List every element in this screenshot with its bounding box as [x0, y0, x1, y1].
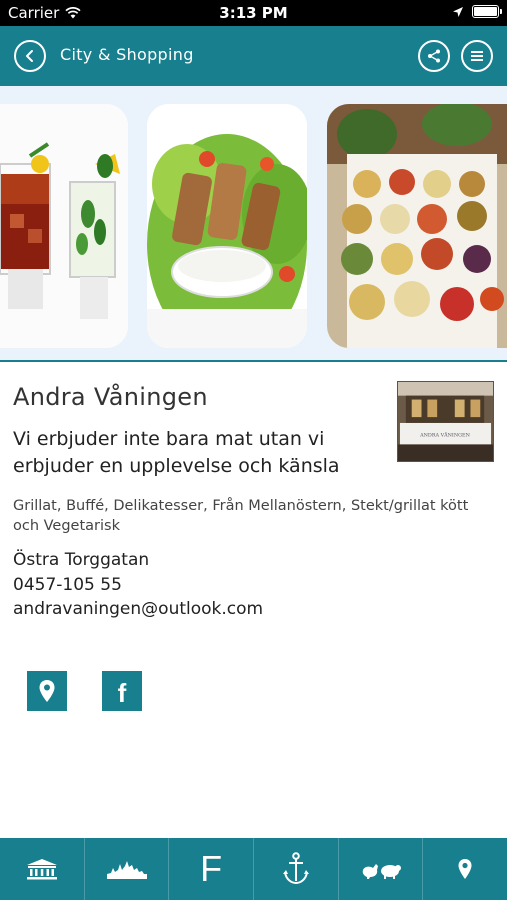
thumbnail-sign: ANDRA VÅNINGEN	[419, 431, 470, 439]
photo-gallery[interactable]	[0, 86, 507, 362]
share-button[interactable]	[418, 40, 450, 72]
animals-icon	[362, 864, 401, 879]
tab-animals[interactable]	[339, 838, 424, 900]
cocktails-image	[0, 104, 128, 348]
map-button[interactable]	[27, 671, 67, 711]
anchor-icon	[282, 852, 309, 885]
menu-button[interactable]	[461, 40, 493, 72]
restaurant-interior-image: ANDRA VÅNINGEN	[398, 382, 493, 461]
page-title: City & Shopping	[60, 45, 194, 64]
tab-map[interactable]	[423, 838, 507, 900]
status-time: 3:13 PM	[219, 4, 288, 22]
tab-city[interactable]	[85, 838, 170, 900]
place-email[interactable]: andravaningen@outlook.com	[13, 599, 263, 619]
buffet-image	[327, 104, 507, 348]
tab-f[interactable]: F	[169, 838, 255, 900]
location-arrow-icon	[453, 6, 463, 17]
chevron-left-icon	[26, 50, 33, 62]
facebook-button[interactable]: f	[102, 671, 142, 711]
place-thumbnail[interactable]: ANDRA VÅNINGEN	[397, 381, 494, 462]
gallery-photo-salad[interactable]	[147, 104, 307, 348]
gallery-photo-buffet[interactable]	[327, 104, 507, 348]
menu-icon	[471, 51, 483, 61]
facebook-icon: f	[117, 678, 127, 708]
tab-bar: F	[0, 838, 507, 900]
place-address[interactable]: Östra Torggatan	[13, 550, 149, 570]
map-pin-icon	[39, 680, 55, 702]
status-bar: Carrier 3:13 PM	[0, 0, 507, 26]
back-button[interactable]	[14, 40, 46, 72]
place-categories: Grillat, Buffé, Delikatesser, Från Mella…	[13, 498, 469, 534]
nav-bar: City & Shopping	[0, 26, 507, 86]
place-tagline: Vi erbjuder inte bara mat utan vi erbjud…	[13, 428, 340, 477]
share-icon	[428, 49, 440, 63]
map-pin-icon	[458, 859, 472, 879]
tab-museum[interactable]	[0, 838, 85, 900]
skyline-icon	[106, 861, 147, 879]
place-name: Andra Våningen	[13, 383, 208, 411]
battery-icon	[472, 5, 502, 18]
salad-image	[147, 104, 307, 348]
museum-icon	[26, 859, 57, 880]
place-phone[interactable]: 0457-105 55	[13, 575, 122, 595]
f-logo-icon: F	[200, 848, 223, 889]
tab-anchor[interactable]	[254, 838, 339, 900]
status-right	[452, 5, 502, 18]
gallery-photo-cocktails[interactable]	[0, 104, 128, 348]
